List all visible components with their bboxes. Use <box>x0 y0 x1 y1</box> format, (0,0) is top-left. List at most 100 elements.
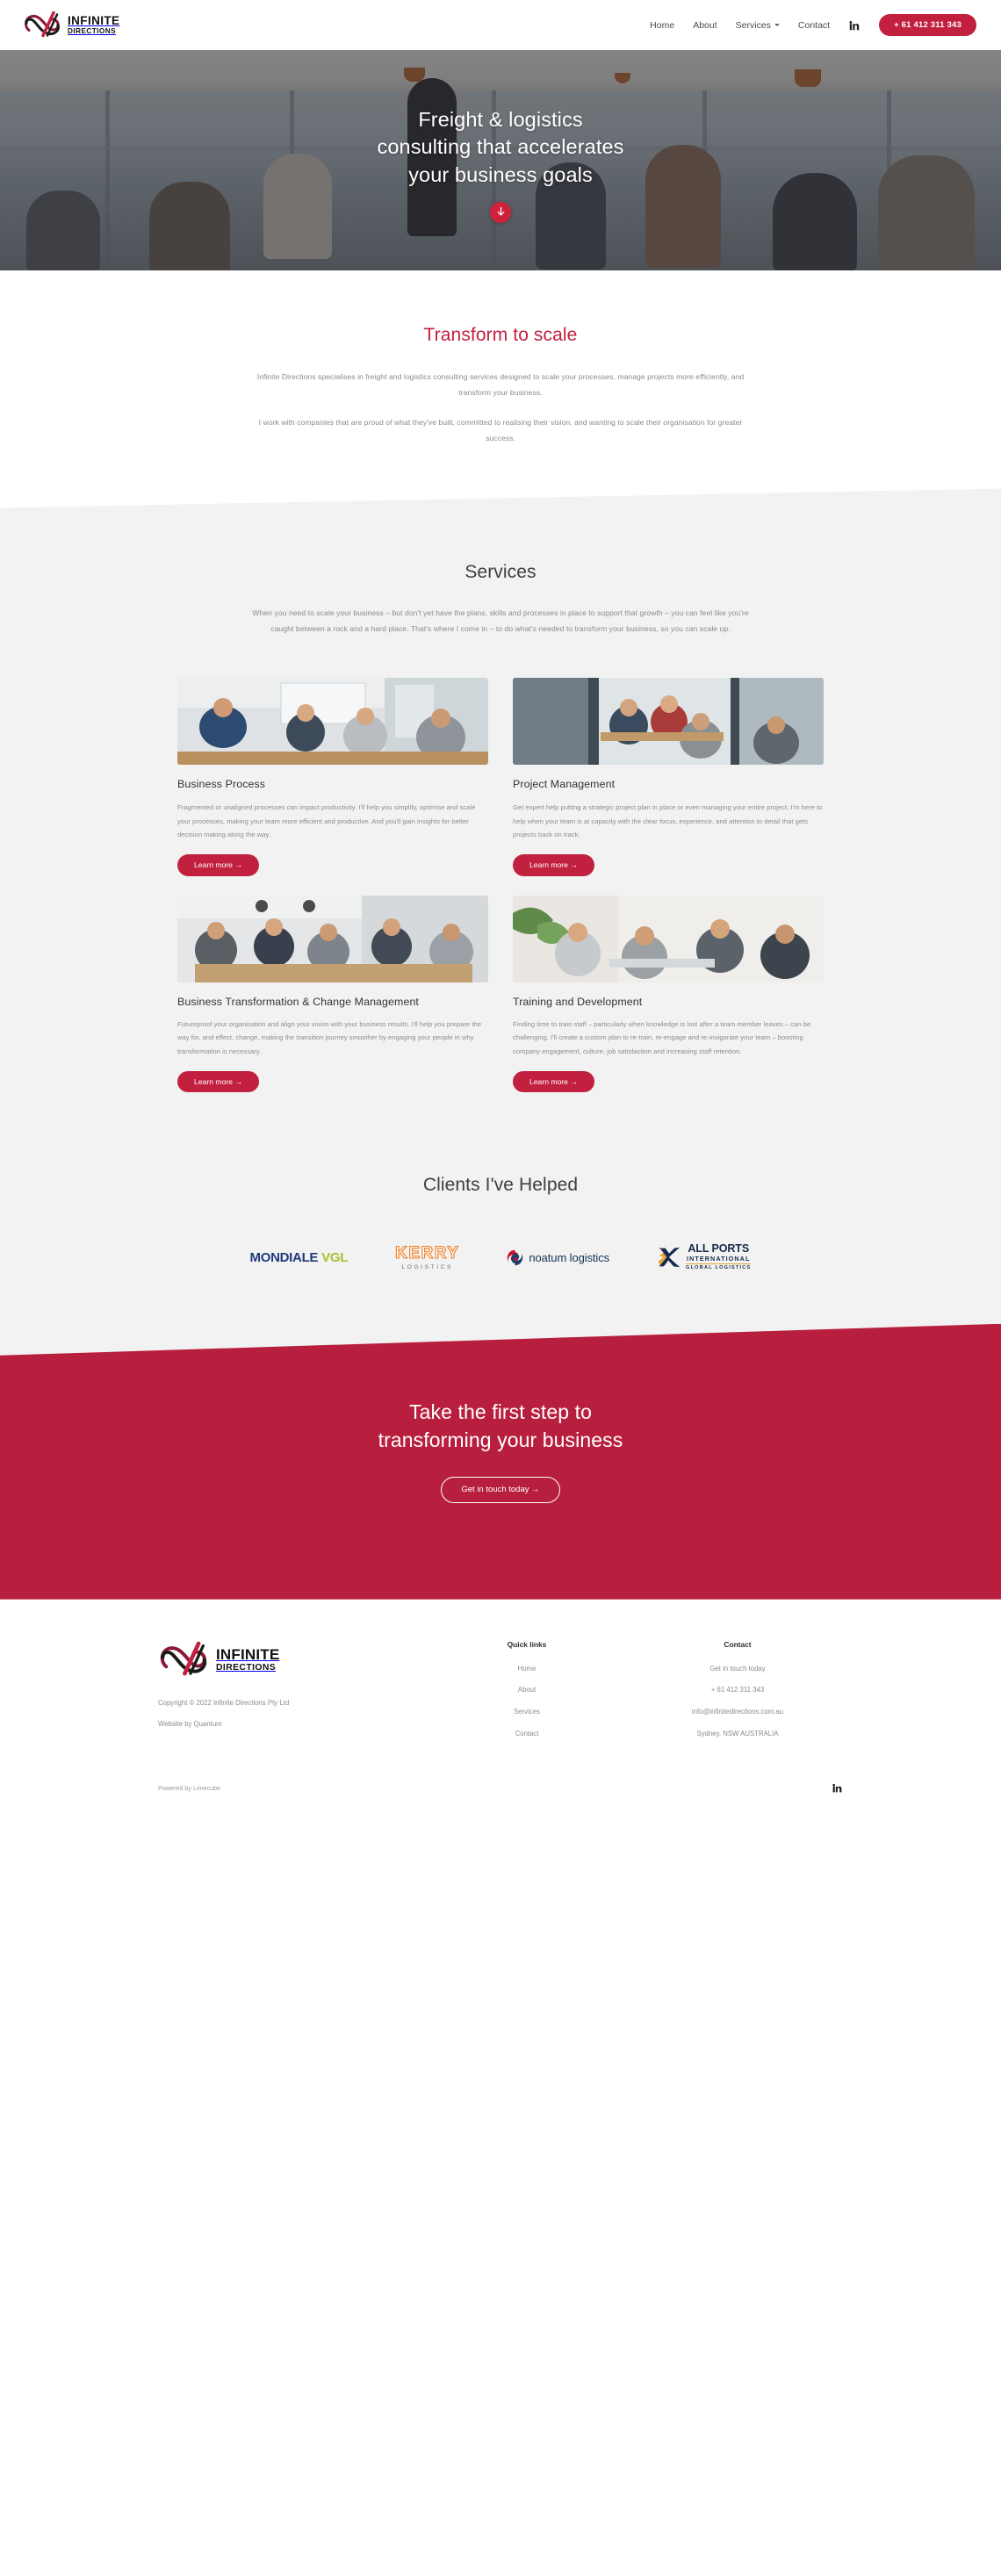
nav-label: Home <box>650 19 675 31</box>
nav-item-home[interactable]: Home <box>650 20 674 31</box>
footer-brand-line2: DIRECTIONS <box>216 1662 277 1673</box>
footer-linkedin-link[interactable] <box>832 1782 843 1794</box>
main-navigation: Home About Services Contact + 61 412 311… <box>650 13 976 37</box>
phone-cta-button[interactable]: + 61 412 311 343 <box>879 13 976 37</box>
brand-logo[interactable]: INFINITE DIRECTIONS <box>23 10 119 41</box>
site-footer: INFINITE DIRECTIONS Copyright © 2022 Inf… <box>0 1599 1001 1815</box>
service-card-title: Project Management <box>513 777 616 790</box>
service-card-body: Get expert help putting a strategic proj… <box>513 803 823 838</box>
footer-quick-links-column: Quick links Home About Services Contact <box>421 1640 632 1752</box>
clients-section: Clients I've Helped MONDIALE VGL KERRY L… <box>0 1124 1001 1356</box>
transform-heading: Transform to scale <box>423 325 578 345</box>
kerry-wordmark: KERRY <box>395 1243 460 1263</box>
page-root: INFINITE DIRECTIONS Home About Services … <box>0 0 1001 1815</box>
service-card-project-management: Project Management Get expert help putti… <box>513 677 824 876</box>
cta-heading-line2: transforming your business <box>378 1428 623 1451</box>
hero-headline-line1: Freight & logistics <box>418 108 583 132</box>
kerry-logistics-logo: KERRY LOGISTICS <box>395 1243 460 1270</box>
nav-item-contact[interactable]: Contact <box>798 20 830 31</box>
all-ports-international-logo: ALL PORTS INTERNATIONAL GLOBAL LOGISTICS <box>657 1242 752 1271</box>
infinity-logo-icon <box>25 11 60 37</box>
clients-heading: Clients I've Helped <box>422 1175 579 1196</box>
footer-wordmark: INFINITE DIRECTIONS <box>216 1647 279 1673</box>
copyright-text: Copyright © 2022 Infinite Directions Pty… <box>158 1698 290 1707</box>
cta-section: Take the first step to transforming your… <box>0 1323 1001 1600</box>
scroll-down-button[interactable] <box>490 201 511 223</box>
learn-more-button[interactable]: Learn more → <box>513 853 594 876</box>
linkedin-link[interactable] <box>848 19 861 32</box>
vgl-wordmark: VGL <box>321 1249 349 1265</box>
footer-brand-line1: INFINITE <box>216 1645 280 1663</box>
linkedin-icon <box>832 1783 842 1793</box>
nav-label: Services <box>735 19 771 31</box>
noatum-logistics-logo: noatum logistics <box>507 1249 609 1266</box>
brand-name-line1: INFINITE <box>68 13 120 27</box>
allports-wordmark: ALL PORTS INTERNATIONAL GLOBAL LOGISTICS <box>686 1242 752 1271</box>
site-header: INFINITE DIRECTIONS Home About Services … <box>0 0 1001 50</box>
footer-link-about[interactable]: About <box>421 1687 632 1694</box>
nav-label: Contact <box>797 19 831 31</box>
hero-headline-line3: your business goals <box>408 162 593 186</box>
hero-headline-line2: consulting that accelerates <box>377 135 624 159</box>
contact-address: Sydney, NSW AUSTRALIA <box>696 1730 779 1738</box>
contact-email[interactable]: info@infinitedirections.com.au <box>632 1709 843 1716</box>
cta-heading: Take the first step to transforming your… <box>0 1398 1001 1454</box>
allports-x-icon <box>658 1247 681 1268</box>
learn-more-button[interactable]: Learn more → <box>513 1070 594 1093</box>
services-card-grid: Business Process Fragmented or unaligned… <box>177 677 824 1093</box>
services-section: Services When you need to scale your bus… <box>0 511 1001 1093</box>
learn-more-button[interactable]: Learn more → <box>177 853 259 876</box>
transform-copy: Infinite Directions specialises in freig… <box>255 370 746 446</box>
boardroom-photo <box>177 895 488 982</box>
transform-paragraph-1: Infinite Directions specialises in freig… <box>256 372 745 397</box>
services-row-2: Business Transformation & Change Managem… <box>177 895 824 1093</box>
website-by-text: Website by Quantum <box>158 1720 222 1729</box>
meeting-room-photo <box>177 677 488 765</box>
service-card-title: Training and Development <box>513 995 643 1008</box>
nav-item-services[interactable]: Services <box>736 20 780 31</box>
nav-item-about[interactable]: About <box>693 20 717 31</box>
hero-section: Freight & logistics consulting that acce… <box>0 50 1001 270</box>
nav-label: About <box>693 19 717 31</box>
arrow-down-icon <box>497 207 504 216</box>
transform-section: Transform to scale Infinite Directions s… <box>0 270 1001 508</box>
learn-more-button[interactable]: Learn more → <box>177 1070 259 1093</box>
chevron-down-icon <box>774 24 780 26</box>
contact-heading: Contact <box>724 1639 752 1649</box>
service-card-training-development: Training and Development Finding time to… <box>513 895 824 1093</box>
get-in-touch-button[interactable]: Get in touch today → <box>441 1477 560 1503</box>
contact-get-in-touch[interactable]: Get in touch today <box>632 1665 843 1673</box>
allports-line1: ALL PORTS <box>688 1242 750 1256</box>
footer-link-home[interactable]: Home <box>421 1665 632 1673</box>
brand-wordmark: INFINITE DIRECTIONS <box>68 15 119 35</box>
services-intro-copy: When you need to scale your business – b… <box>250 606 751 637</box>
service-card-image <box>177 677 488 765</box>
services-diagonal-wrapper: Services When you need to scale your bus… <box>0 488 1001 1356</box>
services-heading: Services <box>464 562 537 583</box>
powered-by-text: Powered by Limecube <box>158 1783 221 1792</box>
noatum-swirl-icon <box>508 1249 523 1265</box>
noatum-wordmark: noatum logistics <box>529 1250 610 1264</box>
service-card-image <box>177 895 488 982</box>
footer-bottom-bar: Powered by Limecube <box>158 1782 843 1815</box>
team-workspace-photo <box>513 677 824 765</box>
service-card-title: Business Transformation & Change Managem… <box>177 995 419 1008</box>
services-row-1: Business Process Fragmented or unaligned… <box>177 677 824 876</box>
cta-heading-line1: Take the first step to <box>408 1400 593 1423</box>
service-card-image <box>513 677 824 765</box>
contact-phone[interactable]: + 61 412 311 343 <box>632 1687 843 1694</box>
hero-content: Freight & logistics consulting that acce… <box>0 50 1001 270</box>
kerry-logistics-subtext: LOGISTICS <box>401 1263 454 1270</box>
allports-line3: GLOBAL LOGISTICS <box>686 1265 752 1271</box>
transform-paragraph-2: I work with companies that are proud of … <box>258 418 743 443</box>
footer-logo[interactable]: INFINITE DIRECTIONS <box>158 1640 421 1680</box>
footer-columns: INFINITE DIRECTIONS Copyright © 2022 Inf… <box>158 1640 843 1752</box>
linkedin-icon <box>849 20 860 30</box>
footer-link-contact[interactable]: Contact <box>421 1731 632 1738</box>
footer-link-services[interactable]: Services <box>421 1709 632 1716</box>
service-card-body: Finding time to train staff – particular… <box>513 1020 811 1055</box>
services-intro: When you need to scale your business – b… <box>252 608 749 634</box>
service-card-business-transformation: Business Transformation & Change Managem… <box>177 895 488 1093</box>
service-card-body: Futureproof your organisation and align … <box>177 1020 482 1055</box>
brand-name-line2: DIRECTIONS <box>68 26 116 35</box>
